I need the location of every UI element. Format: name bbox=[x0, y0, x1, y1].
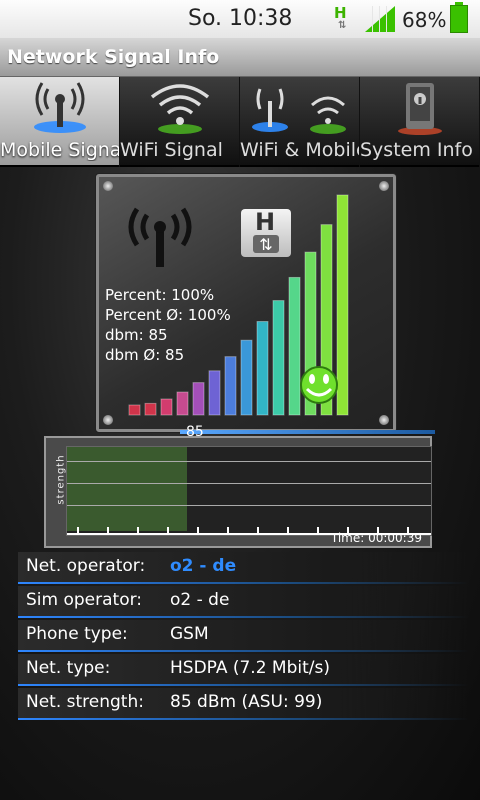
graph-gridline bbox=[67, 483, 431, 484]
info-row-net-operator: Net. operator: o2 - de bbox=[18, 552, 468, 584]
info-row-net-type: Net. type: HSDPA (7.2 Mbit/s) bbox=[18, 654, 468, 686]
signal-bar bbox=[256, 321, 269, 416]
graph-y-label: strength bbox=[55, 454, 67, 505]
signal-bar bbox=[224, 356, 237, 416]
network-info-list: Net. operator: o2 - de Sim operator: o2 … bbox=[18, 552, 468, 722]
tab-wifi-and-mobile[interactable]: WiFi & Mobile bbox=[240, 77, 359, 167]
signal-bar bbox=[160, 398, 173, 416]
graph-gridline bbox=[67, 505, 431, 506]
screw-icon bbox=[103, 415, 113, 425]
graph-tick bbox=[107, 527, 109, 535]
signal-bar bbox=[176, 391, 189, 416]
tab-label: WiFi & Mobile bbox=[240, 139, 359, 161]
graph-gridline bbox=[67, 461, 431, 462]
screw-icon bbox=[103, 181, 113, 191]
signal-bar bbox=[208, 370, 221, 416]
graph-tick bbox=[287, 527, 289, 535]
wifi-icon bbox=[150, 84, 210, 134]
graph-tick bbox=[227, 527, 229, 535]
tab-label: WiFi Signal bbox=[120, 139, 223, 161]
graph-tick bbox=[77, 527, 79, 535]
battery-icon bbox=[450, 2, 468, 33]
app-title-bar: Network Signal Info bbox=[0, 38, 480, 77]
signal-bar bbox=[128, 404, 141, 416]
cell-tower-icon bbox=[34, 82, 86, 133]
tab-label: Mobile Signal bbox=[0, 139, 119, 161]
signal-bar bbox=[272, 300, 285, 416]
graph-tick bbox=[167, 527, 169, 535]
wifi-and-tower-icon bbox=[252, 88, 346, 134]
app-title: Network Signal Info bbox=[7, 46, 220, 68]
tab-bar: Mobile Signal WiFi Signal WiFi & Mobile … bbox=[0, 77, 480, 167]
tab-mobile-signal[interactable]: Mobile Signal bbox=[0, 77, 119, 167]
tab-label: System Info bbox=[360, 139, 473, 161]
tab-system-info[interactable]: System Info bbox=[360, 77, 479, 167]
signal-progress-line bbox=[180, 430, 435, 434]
screw-icon bbox=[379, 415, 389, 425]
tab-wifi-signal[interactable]: WiFi Signal bbox=[120, 77, 239, 167]
graph-plot-area bbox=[66, 446, 432, 536]
signal-bar bbox=[288, 276, 301, 416]
graph-tick bbox=[137, 527, 139, 535]
graph-tick bbox=[197, 527, 199, 535]
info-key: Net. operator: bbox=[26, 556, 146, 576]
info-row-net-strength: Net. strength: 85 dBm (ASU: 99) bbox=[18, 688, 468, 720]
info-value: GSM bbox=[170, 624, 209, 644]
info-value: o2 - de bbox=[170, 590, 230, 610]
signal-bar bbox=[336, 194, 349, 416]
signal-bar bbox=[192, 382, 205, 416]
battery-percent: 68% bbox=[402, 8, 447, 32]
signal-bar bbox=[144, 402, 157, 416]
screw-icon bbox=[379, 181, 389, 191]
signal-bar bbox=[240, 339, 253, 416]
signal-meter-panel: H ⇅ Percent: 100% Percent Ø: 100% dbm: 85… bbox=[96, 174, 396, 432]
status-bar: So. 10:38 H ⇅ 68% bbox=[0, 0, 480, 38]
graph-history-fill bbox=[67, 447, 187, 531]
graph-time: Time: 00:00:39 bbox=[330, 531, 422, 545]
graph-tick bbox=[257, 527, 259, 535]
info-key: Sim operator: bbox=[26, 590, 143, 610]
signal-bars bbox=[128, 194, 349, 416]
info-key: Net. type: bbox=[26, 658, 111, 678]
status-time: So. 10:38 bbox=[188, 6, 293, 31]
phone-info-icon bbox=[398, 83, 442, 135]
graph-tick bbox=[317, 527, 319, 535]
info-key: Phone type: bbox=[26, 624, 128, 644]
info-row-sim-operator: Sim operator: o2 - de bbox=[18, 586, 468, 618]
network-type-indicator: H ⇅ bbox=[334, 4, 347, 31]
smiley-icon bbox=[300, 366, 338, 404]
info-key: Net. strength: bbox=[26, 692, 144, 712]
info-value: o2 - de bbox=[170, 556, 237, 576]
strength-graph: strength Time: 00:00:39 bbox=[44, 436, 432, 548]
info-value: 85 dBm (ASU: 99) bbox=[170, 692, 323, 712]
info-row-phone-type: Phone type: GSM bbox=[18, 620, 468, 652]
signal-strength-icon bbox=[365, 6, 395, 32]
info-value: HSDPA (7.2 Mbit/s) bbox=[170, 658, 330, 678]
